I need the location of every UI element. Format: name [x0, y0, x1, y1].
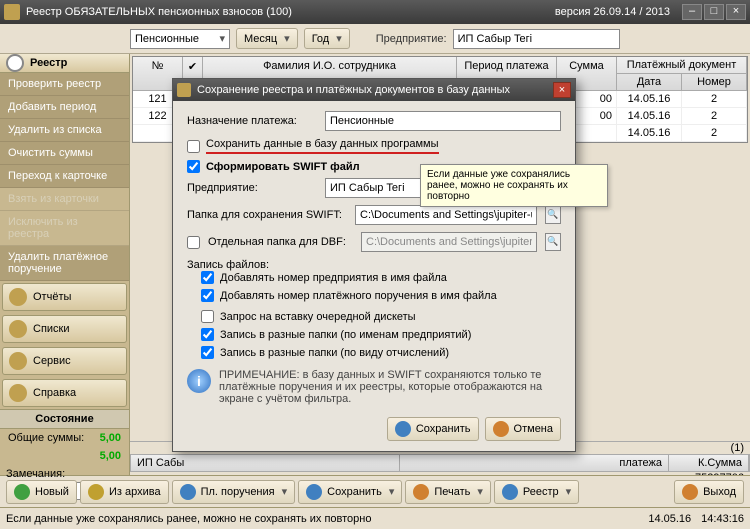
dbf-field: [361, 232, 537, 252]
ent-label: Предприятие:: [187, 182, 317, 194]
purpose-label: Назначение платежа:: [187, 115, 317, 127]
lists-button[interactable]: Списки: [2, 315, 127, 343]
dialog-icon: [177, 83, 191, 97]
browse-dbf-button[interactable]: 🔍: [545, 233, 561, 251]
help-icon: [9, 384, 27, 402]
dialog-titlebar[interactable]: Сохранение реестра и платёжных документо…: [173, 79, 575, 101]
type-combo-value: Пенсионные: [135, 33, 199, 45]
reports-icon: [9, 288, 27, 306]
sidebar-item[interactable]: Добавить период: [0, 96, 129, 119]
archive-button[interactable]: Из архива: [80, 480, 169, 504]
save-db-label: Сохранить данные в базу данных программы: [206, 138, 439, 154]
bottom-toolbar: Новый Из архива Пл. поручения Сохранить …: [0, 475, 750, 507]
help-button[interactable]: Справка: [2, 379, 127, 407]
service-button[interactable]: Сервис: [2, 347, 127, 375]
print-icon: [413, 484, 429, 500]
save-db-checkbox[interactable]: [187, 140, 200, 153]
status-date: 14.05.16: [648, 513, 691, 525]
dialog-cancel-button[interactable]: Отмена: [485, 417, 561, 441]
sidebar-header: Реестр: [0, 54, 129, 73]
save-dialog: Сохранение реестра и платёжных документо…: [172, 78, 576, 452]
enterprise-label: Предприятие:: [376, 33, 447, 45]
window-title: Реестр ОБЯЗАТЕЛЬНЫХ пенсионных взносов (…: [26, 6, 555, 18]
save-icon: [395, 421, 411, 437]
sidebar-item[interactable]: Удалить из списка: [0, 119, 129, 142]
version-label: версия 26.09.14 / 2013: [555, 6, 670, 18]
swift-label: Сформировать SWIFT файл: [206, 161, 360, 173]
reports-button[interactable]: Отчёты: [2, 283, 127, 311]
service-icon: [9, 352, 27, 370]
dialog-close-button[interactable]: ×: [553, 82, 571, 98]
total-label: Общие суммы:: [8, 432, 84, 444]
sum-col: ИП Сабы: [131, 455, 400, 471]
new-icon: [14, 484, 30, 500]
exit-icon: [682, 484, 698, 500]
sum-col: К.Сумма: [669, 455, 749, 471]
maximize-button[interactable]: □: [704, 4, 724, 20]
minimize-button[interactable]: –: [682, 4, 702, 20]
opt5-checkbox[interactable]: [201, 346, 214, 359]
registry-button[interactable]: Реестр: [494, 480, 579, 504]
save-button[interactable]: Сохранить: [298, 480, 402, 504]
sidebar-item-disabled: Исключить из реестра: [0, 211, 129, 246]
state-header: Состояние: [0, 409, 129, 429]
status-bar: Если данные уже сохранялись ранее, можно…: [0, 507, 750, 529]
total-value-2: 5,00: [100, 450, 121, 462]
lists-icon: [9, 320, 27, 338]
total-value: 5,00: [100, 432, 121, 444]
browse-button[interactable]: 🔍: [545, 206, 561, 224]
type-combo[interactable]: Пенсионные: [130, 29, 230, 49]
close-button[interactable]: ×: [726, 4, 746, 20]
print-button[interactable]: Печать: [405, 480, 491, 504]
sum-col: платежа: [400, 455, 669, 471]
window-titlebar: Реестр ОБЯЗАТЕЛЬНЫХ пенсионных взносов (…: [0, 0, 750, 24]
sidebar-item[interactable]: Проверить реестр: [0, 73, 129, 96]
exit-button[interactable]: Выход: [674, 480, 744, 504]
opt1-checkbox[interactable]: [201, 271, 214, 284]
new-button[interactable]: Новый: [6, 480, 77, 504]
archive-icon: [88, 484, 104, 500]
sum-value: 75297706: [670, 472, 750, 475]
registry-icon: [6, 54, 24, 72]
sidebar-item[interactable]: Очистить суммы: [0, 142, 129, 165]
orders-icon: [180, 484, 196, 500]
info-icon: i: [187, 369, 211, 393]
col-paydoc[interactable]: Платёжный документ ДатаНомер: [617, 57, 747, 90]
month-button[interactable]: Месяц: [236, 28, 298, 49]
purpose-field[interactable]: [325, 111, 561, 131]
swift-checkbox[interactable]: [187, 160, 200, 173]
folder-label: Папка для сохранения SWIFT:: [187, 209, 347, 221]
tooltip: Если данные уже сохранялись ранее, можно…: [420, 164, 608, 207]
sidebar: Реестр Проверить реестр Добавить период …: [0, 54, 130, 475]
dialog-title: Сохранение реестра и платёжных документо…: [197, 84, 553, 96]
folder-field[interactable]: [355, 205, 537, 225]
filter-toolbar: Пенсионные Месяц Год Предприятие:: [0, 24, 750, 54]
dbf-checkbox[interactable]: [187, 236, 200, 249]
status-time: 14:43:16: [701, 513, 744, 525]
sidebar-item-disabled: Взять из карточки: [0, 188, 129, 211]
opt2-checkbox[interactable]: [201, 289, 214, 302]
save-icon: [306, 484, 322, 500]
sidebar-item[interactable]: Переход к карточке: [0, 165, 129, 188]
status-message: Если данные уже сохранялись ранее, можно…: [6, 513, 372, 525]
remarks-label: Замечания:: [6, 468, 65, 480]
opt4-checkbox[interactable]: [201, 328, 214, 341]
dialog-save-button[interactable]: Сохранить: [387, 417, 479, 441]
app-icon: [4, 4, 20, 20]
orders-button[interactable]: Пл. поручения: [172, 480, 296, 504]
year-button[interactable]: Год: [304, 28, 350, 49]
cancel-icon: [493, 421, 509, 437]
files-header: Запись файлов:: [187, 259, 561, 271]
note-text: ПРИМЕЧАНИЕ: в базу данных и SWIFT сохран…: [219, 369, 561, 405]
dbf-label: Отдельная папка для DBF:: [208, 236, 353, 248]
opt3-checkbox[interactable]: [201, 310, 214, 323]
registry-icon: [502, 484, 518, 500]
enterprise-field[interactable]: [453, 29, 620, 49]
sidebar-item[interactable]: Удалить платёжное поручение: [0, 246, 129, 281]
